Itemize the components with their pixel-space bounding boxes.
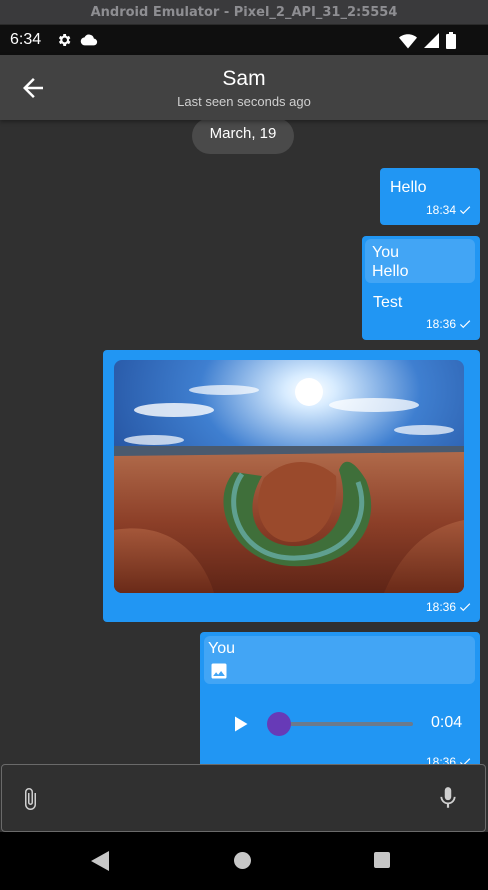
check-icon [459,758,471,764]
audio-player: 0:04 [200,710,480,738]
message-meta: 18:34 [426,203,472,217]
cloud-icon [80,32,98,52]
emulator-window: Android Emulator - Pixel_2_API_31_2:5554… [0,0,488,890]
nav-home-circle-icon[interactable] [234,852,251,869]
message-time: 18:36 [425,600,456,614]
settings-gear-icon [56,32,72,52]
message-bubble[interactable]: Hello 18:34 [380,168,480,225]
app-bar: Sam Last seen seconds ago [0,55,488,120]
paperclip-icon[interactable] [18,785,42,817]
audio-duration: 0:04 [431,714,463,731]
reply-text: Hello [372,263,409,280]
message-meta: 18:36 [426,600,472,614]
message-bubble[interactable]: You 0:04 18:36 [200,632,480,764]
date-separator: March, 19 [192,120,294,154]
system-navigation-bar [0,832,488,890]
check-icon [459,320,471,329]
cellular-signal-icon [424,33,439,52]
message-time: 18:36 [425,317,456,331]
audio-seek-track[interactable] [280,722,413,726]
message-text: Test [373,294,403,311]
play-icon[interactable] [230,714,250,739]
message-meta: 18:36 [426,755,472,764]
reply-preview[interactable]: You [204,636,475,684]
emulator-title-bar: Android Emulator - Pixel_2_API_31_2:5554 [0,0,488,25]
check-icon [459,603,471,612]
check-icon [459,206,471,215]
message-bubble[interactable]: You Hello Test 18:36 [362,236,480,340]
status-time: 6:34 [10,31,42,48]
reply-preview[interactable]: You Hello [365,239,475,283]
chat-message-list[interactable]: March, 19 Hello 18:34 You Hello Test 18:… [0,120,488,764]
audio-seek-thumb[interactable] [267,712,291,736]
nav-back-triangle-icon[interactable] [91,851,109,875]
message-input-bar[interactable] [1,764,486,832]
canyon-river-bend-photo[interactable] [114,360,464,593]
microphone-icon[interactable] [435,783,461,817]
reply-author: You [372,244,399,261]
message-time: 18:34 [425,203,456,217]
message-bubble[interactable]: 18:36 [103,350,480,622]
contact-name: Sam [222,67,266,90]
status-bar: 6:34 [0,25,488,55]
image-icon [211,663,227,679]
wifi-icon [399,33,417,53]
message-time: 18:36 [425,755,456,764]
message-text: Hello [390,179,427,196]
last-seen-status: Last seen seconds ago [177,94,311,109]
nav-recents-square-icon[interactable] [374,852,390,868]
reply-author: You [208,640,235,657]
battery-icon [446,32,456,53]
message-meta: 18:36 [426,317,472,331]
